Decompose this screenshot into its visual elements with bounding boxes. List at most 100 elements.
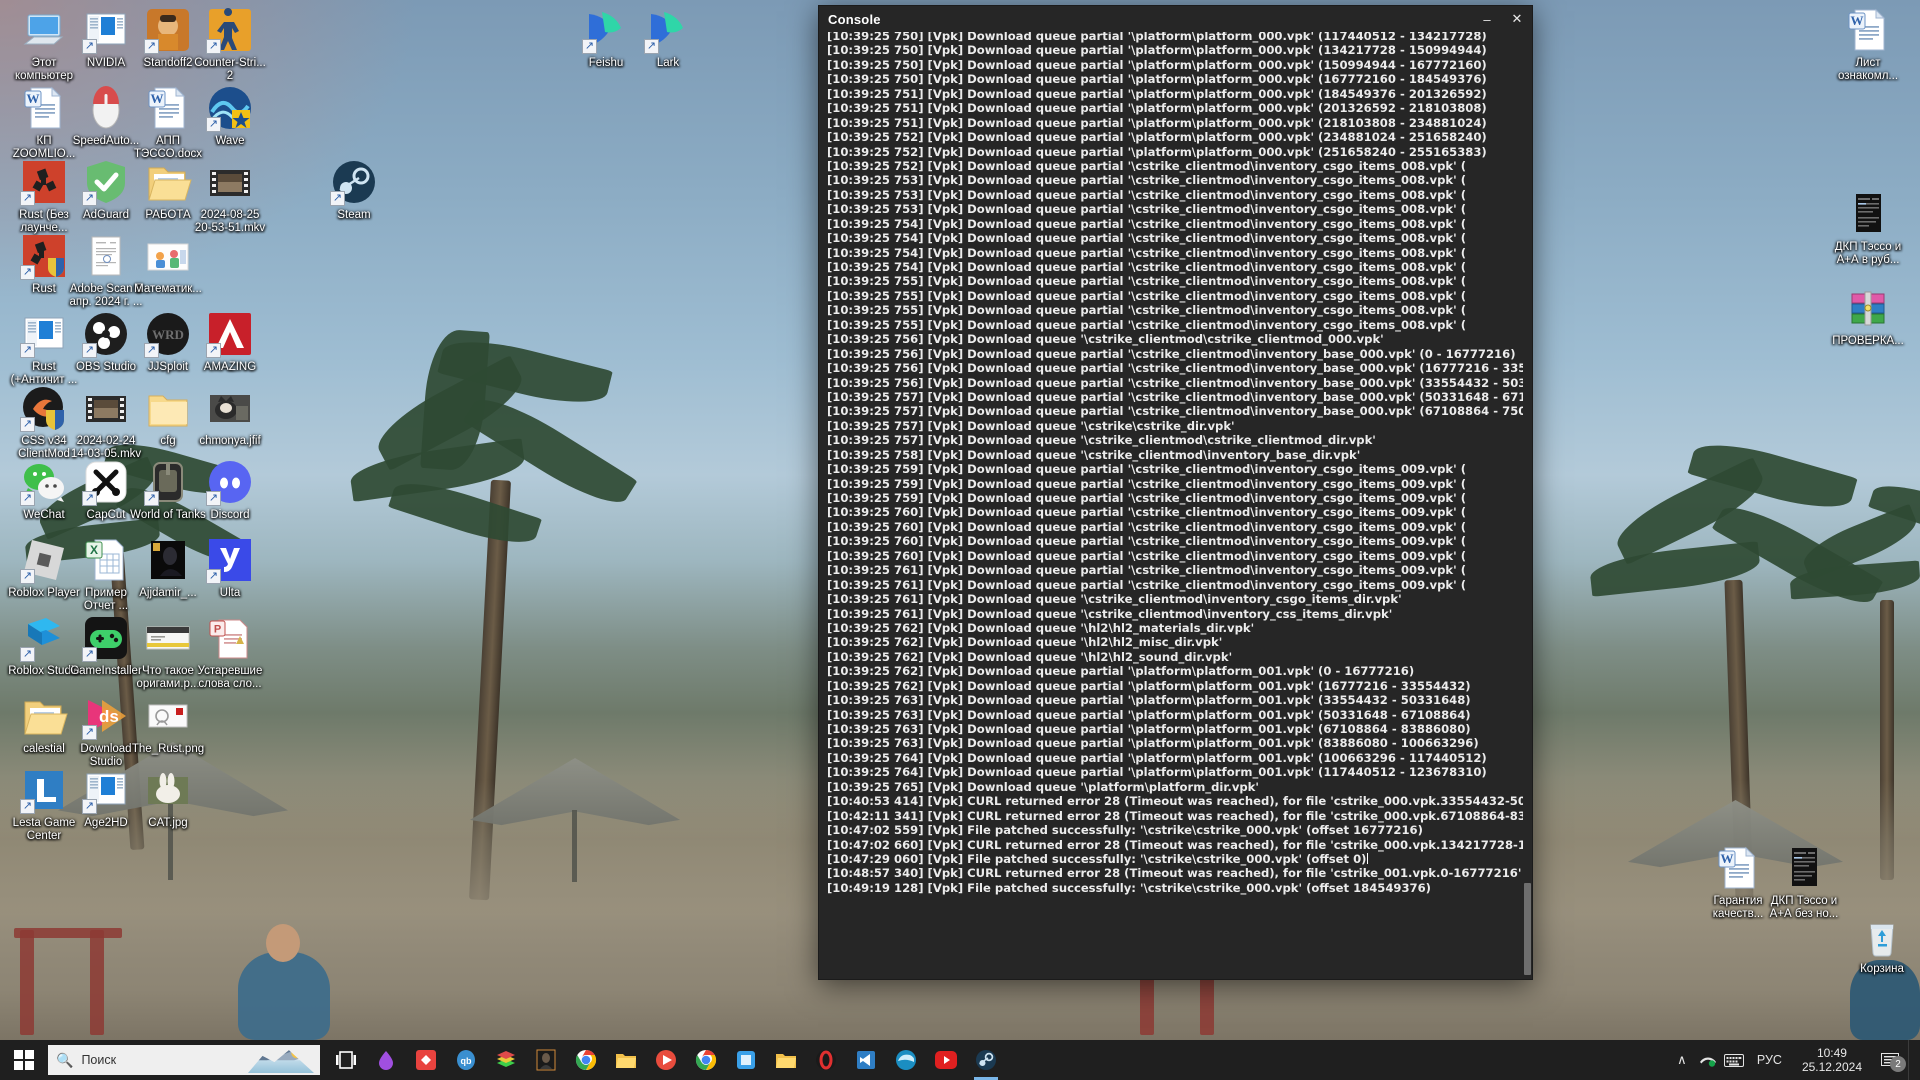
language-indicator[interactable]: РУС bbox=[1747, 1053, 1792, 1067]
desktop-icon[interactable]: Discord bbox=[192, 458, 268, 522]
tb-media[interactable] bbox=[646, 1040, 686, 1080]
desktop-icon-label: calestial bbox=[23, 743, 65, 755]
desktop-icon-label: Rust bbox=[32, 283, 56, 295]
console-log-line: [10:39:25 762] [Vpk] Download queue part… bbox=[827, 664, 1415, 679]
tb-game[interactable] bbox=[526, 1040, 566, 1080]
console-window[interactable]: Console – ✕ [10:39:25 750] [Vpk] Downloa… bbox=[818, 5, 1533, 980]
console-log-line: [10:39:25 760] [Vpk] Download queue part… bbox=[827, 534, 1467, 549]
capcut-icon bbox=[82, 458, 130, 506]
tb-task-view[interactable] bbox=[326, 1040, 366, 1080]
desktop-icon[interactable]: ПРОВЕРКА... bbox=[1830, 284, 1906, 348]
tb-opera-gx[interactable] bbox=[806, 1040, 846, 1080]
show-desktop-button[interactable] bbox=[1908, 1040, 1916, 1080]
console-scrollbar[interactable] bbox=[1523, 32, 1532, 979]
tb-explorer-yellow[interactable] bbox=[606, 1040, 646, 1080]
mouse-icon bbox=[82, 84, 130, 132]
action-center-button[interactable]: 2 bbox=[1872, 1040, 1908, 1080]
desktop-icon[interactable]: CAT.jpg bbox=[130, 766, 206, 830]
tray-chevron-up-icon[interactable]: ∧ bbox=[1669, 1040, 1695, 1080]
console-log-line: [10:39:25 752] [Vpk] Download queue part… bbox=[827, 158, 1467, 173]
shortcut-arrow-icon bbox=[20, 569, 35, 584]
desktop-icon[interactable]: P Устаревшие слова сло... bbox=[192, 614, 268, 691]
word-document-icon: W bbox=[1714, 844, 1762, 892]
tb-chrome2[interactable] bbox=[686, 1040, 726, 1080]
cat-image-icon bbox=[206, 384, 254, 432]
desktop-icon[interactable]: W Лист ознакомл... bbox=[1830, 6, 1906, 83]
desktop-icon-label: Lark bbox=[656, 57, 680, 69]
desktop-icon[interactable]: ДКП Тэссо и А+А без но... bbox=[1766, 844, 1842, 921]
scanned-document-icon bbox=[1844, 190, 1892, 238]
tb-store-icon bbox=[734, 1048, 758, 1072]
console-scrollbar-thumb[interactable] bbox=[1524, 883, 1531, 975]
desktop-icon[interactable]: Корзина bbox=[1844, 912, 1920, 976]
tb-steam-active[interactable] bbox=[966, 1040, 1006, 1080]
recycle-bin-icon bbox=[1858, 912, 1906, 960]
console-log-line: [10:39:25 759] [Vpk] Download queue part… bbox=[827, 476, 1467, 491]
console-log-line: [10:39:25 753] [Vpk] Download queue part… bbox=[827, 187, 1467, 202]
scanned-document-icon bbox=[1780, 844, 1828, 892]
tb-media-icon bbox=[654, 1048, 678, 1072]
wave-icon bbox=[206, 84, 254, 132]
lesta-game-center-icon bbox=[20, 766, 68, 814]
console-log-line: [10:39:25 762] [Vpk] Download queue part… bbox=[827, 678, 1471, 693]
clock[interactable]: 10:49 25.12.2024 bbox=[1792, 1046, 1872, 1074]
desktop-icon[interactable]: chmonya.jfif bbox=[192, 384, 268, 448]
window-icon bbox=[20, 310, 68, 358]
desktop-icon[interactable]: 2024-08-25 20-53-51.mkv bbox=[192, 158, 268, 235]
desktop-icon[interactable]: ДКП Тэссо и А+А в руб... bbox=[1830, 190, 1906, 267]
tb-chrome[interactable] bbox=[566, 1040, 606, 1080]
shortcut-arrow-icon bbox=[20, 491, 35, 506]
shortcut-arrow-icon bbox=[144, 343, 159, 358]
close-button[interactable]: ✕ bbox=[1502, 6, 1532, 32]
desktop-icon[interactable]: Counter-Stri... 2 bbox=[192, 6, 268, 83]
console-log-line: [10:39:25 759] [Vpk] Download queue part… bbox=[827, 462, 1467, 477]
scanned-document-icon bbox=[82, 232, 130, 280]
svg-text:P: P bbox=[214, 624, 221, 636]
desktop-icon[interactable]: AMAZING bbox=[192, 310, 268, 374]
keyboard-icon[interactable] bbox=[1721, 1040, 1747, 1080]
search-input[interactable]: 🔍 Поиск bbox=[48, 1045, 320, 1075]
tb-qbittorrent[interactable]: qb bbox=[446, 1040, 486, 1080]
desktop-icon[interactable]: W Гарантия качеств... bbox=[1700, 844, 1776, 921]
desktop-icon-label: cfg bbox=[160, 435, 176, 447]
shortcut-arrow-icon bbox=[20, 191, 35, 206]
console-log-line: [10:39:25 753] [Vpk] Download queue part… bbox=[827, 173, 1467, 188]
console-log-line: [10:39:25 753] [Vpk] Download queue part… bbox=[827, 202, 1467, 217]
folder-icon bbox=[144, 384, 192, 432]
console-body[interactable]: [10:39:25 750] [Vpk] Download queue part… bbox=[819, 32, 1532, 979]
console-log-line: [10:39:25 752] [Vpk] Download queue part… bbox=[827, 130, 1487, 145]
tb-edge[interactable] bbox=[886, 1040, 926, 1080]
ulta-icon bbox=[206, 536, 254, 584]
desktop-icon-label: AMAZING bbox=[203, 361, 257, 373]
tb-folder[interactable] bbox=[766, 1040, 806, 1080]
console-log-line: [10:39:25 763] [Vpk] Download queue part… bbox=[827, 707, 1471, 722]
console-log-line: [10:47:29 060] [Vpk] File patched succes… bbox=[827, 851, 1369, 866]
taskbar-pinned-apps: qb bbox=[326, 1040, 1006, 1080]
roblox-player-icon bbox=[20, 536, 68, 584]
age2hd-icon bbox=[82, 766, 130, 814]
tb-youtube[interactable] bbox=[926, 1040, 966, 1080]
desktop-icon[interactable]: Lark bbox=[630, 6, 706, 70]
tb-app-drop[interactable] bbox=[366, 1040, 406, 1080]
desktop-icon[interactable]: Wave bbox=[192, 84, 268, 148]
taskbar: 🔍 Поиск qb ∧ РУС 10:49 25.12.2024 2 bbox=[0, 1040, 1920, 1080]
desktop-icon[interactable]: Steam bbox=[316, 158, 392, 222]
console-titlebar[interactable]: Console – ✕ bbox=[819, 6, 1532, 32]
desktop-icon[interactable]: Ulta bbox=[192, 536, 268, 600]
tb-app-diamond[interactable] bbox=[406, 1040, 446, 1080]
tb-vscode[interactable] bbox=[846, 1040, 886, 1080]
network-icon[interactable] bbox=[1695, 1040, 1721, 1080]
desktop-icon-label: Standoff2 bbox=[143, 57, 193, 69]
desktop-icon-label: Лист ознакомл... bbox=[1837, 57, 1899, 82]
start-button[interactable] bbox=[0, 1040, 48, 1080]
console-log-line: [10:39:25 762] [Vpk] Download queue '\hl… bbox=[827, 635, 1223, 650]
desktop-icon[interactable]: The_Rust.png bbox=[130, 692, 206, 756]
text-caret bbox=[1367, 852, 1369, 864]
minimize-button[interactable]: – bbox=[1472, 6, 1502, 32]
red-railing-post-2 bbox=[90, 930, 104, 1035]
desktop-icon-label: 2024-08-25 20-53-51.mkv bbox=[194, 209, 266, 234]
tb-bluestacks[interactable] bbox=[486, 1040, 526, 1080]
console-log-line: [10:39:25 764] [Vpk] Download queue part… bbox=[827, 750, 1487, 765]
desktop-icon[interactable]: Математик... bbox=[130, 232, 206, 296]
tb-store[interactable] bbox=[726, 1040, 766, 1080]
